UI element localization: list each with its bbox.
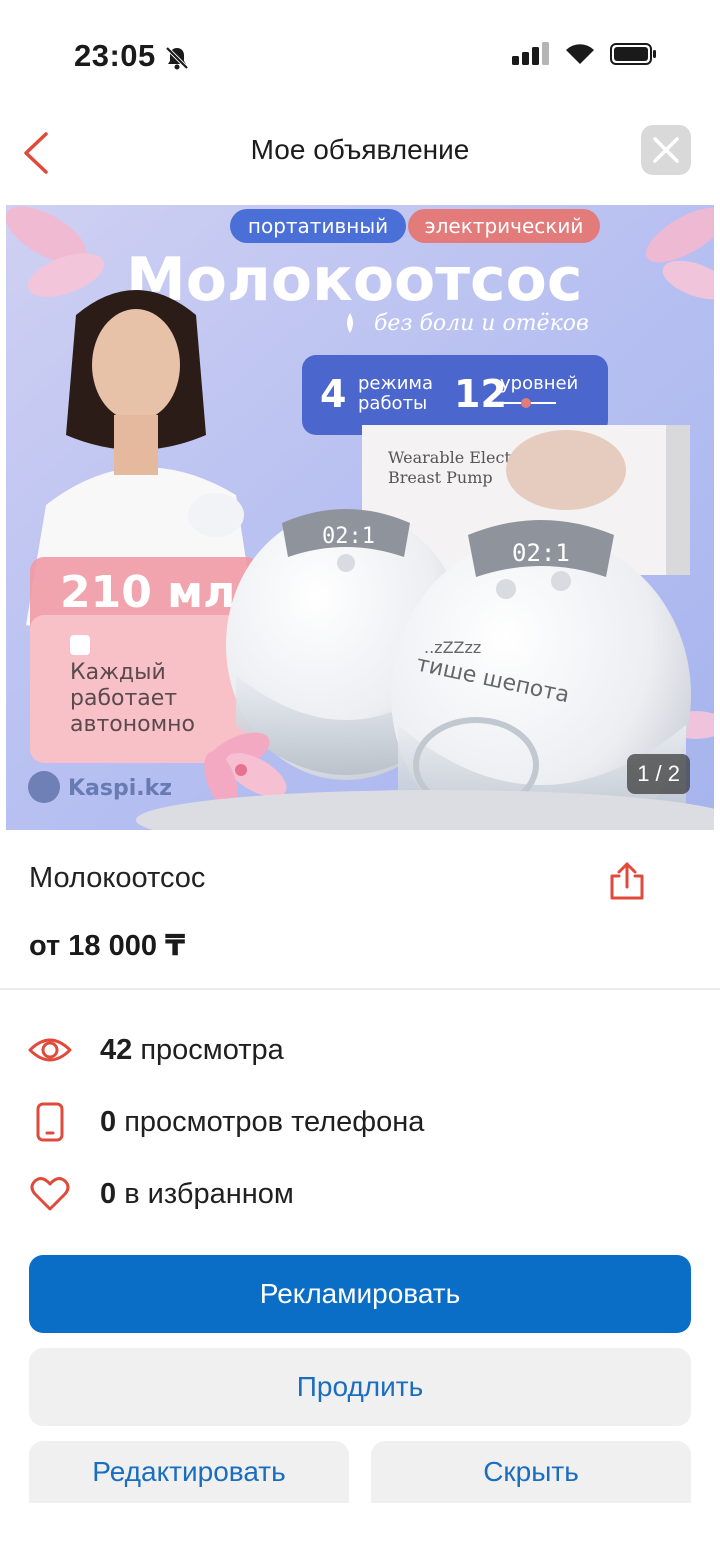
stat-views: 42 просмотра [28, 1028, 284, 1072]
banner-headline: Молокоотсос [126, 245, 582, 315]
volume-label: 210 мл [60, 567, 235, 618]
hide-button[interactable]: Скрыть [371, 1441, 691, 1503]
divider [0, 988, 720, 990]
banner-tagline: без боли и отёков [374, 311, 589, 336]
close-button[interactable] [641, 125, 691, 175]
product-banner: портативный электрический Молокоотсос бе… [6, 205, 714, 830]
svg-text:02:1: 02:1 [322, 524, 375, 549]
edit-button[interactable]: Редактировать [29, 1441, 349, 1503]
product-image[interactable]: портативный электрический Молокоотсос бе… [6, 205, 714, 830]
phone-icon [28, 1100, 72, 1144]
stat-phone-views: 0 просмотров телефона [28, 1100, 424, 1144]
stat-count: 0 [100, 1177, 117, 1210]
image-counter: 1 / 2 [627, 754, 690, 794]
product-title: Молокоотсос [29, 862, 206, 894]
svg-text:02:1: 02:1 [512, 539, 570, 567]
heart-icon [28, 1172, 72, 1216]
watermark-text: Kaspi.kz [68, 776, 172, 801]
stat-views-text: 42 просмотра [100, 1034, 284, 1067]
battery-icon [610, 43, 656, 65]
box-text-2: Breast Pump [388, 468, 493, 487]
stat-count: 42 [100, 1033, 133, 1066]
status-time: 23:05 [74, 38, 156, 73]
svg-text:автономно: автономно [70, 712, 195, 737]
share-button[interactable] [606, 860, 648, 902]
stat-favorites-text: 0 в избранном [100, 1178, 294, 1211]
eye-icon [28, 1028, 72, 1072]
status-bar: 23:05 [0, 0, 720, 110]
badge-portable: портативный [248, 214, 388, 238]
product-price: от 18 000 ₸ [29, 930, 186, 962]
close-icon [653, 137, 679, 163]
stat-favorites: 0 в избранном [28, 1172, 294, 1216]
stat-label: просмотра [132, 1033, 284, 1066]
extend-button[interactable]: Продлить [29, 1348, 691, 1426]
wifi-icon [566, 44, 594, 64]
stat-label: просмотров телефона [116, 1105, 425, 1138]
levels-number: 12 [454, 372, 507, 416]
svg-text:работает: работает [70, 686, 177, 711]
nav-bar: Мое объявление [0, 110, 720, 196]
share-icon [610, 862, 644, 900]
promote-button[interactable]: Рекламировать [29, 1255, 691, 1333]
badge-electric: электрический [425, 214, 584, 238]
modes-number: 4 [320, 372, 346, 416]
stat-label: в избранном [116, 1177, 294, 1210]
status-icons [512, 42, 658, 66]
svg-text:работы: работы [358, 393, 427, 414]
svg-text:режима: режима [358, 373, 433, 394]
page-title: Мое объявление [250, 134, 470, 165]
signal-icon [512, 42, 549, 65]
stat-phone-text: 0 просмотров телефона [100, 1106, 424, 1139]
bell-off-icon [165, 46, 189, 70]
svg-text:Каждый: Каждый [70, 660, 166, 685]
levels-label: уровней [500, 373, 578, 394]
stat-count: 0 [100, 1105, 117, 1138]
